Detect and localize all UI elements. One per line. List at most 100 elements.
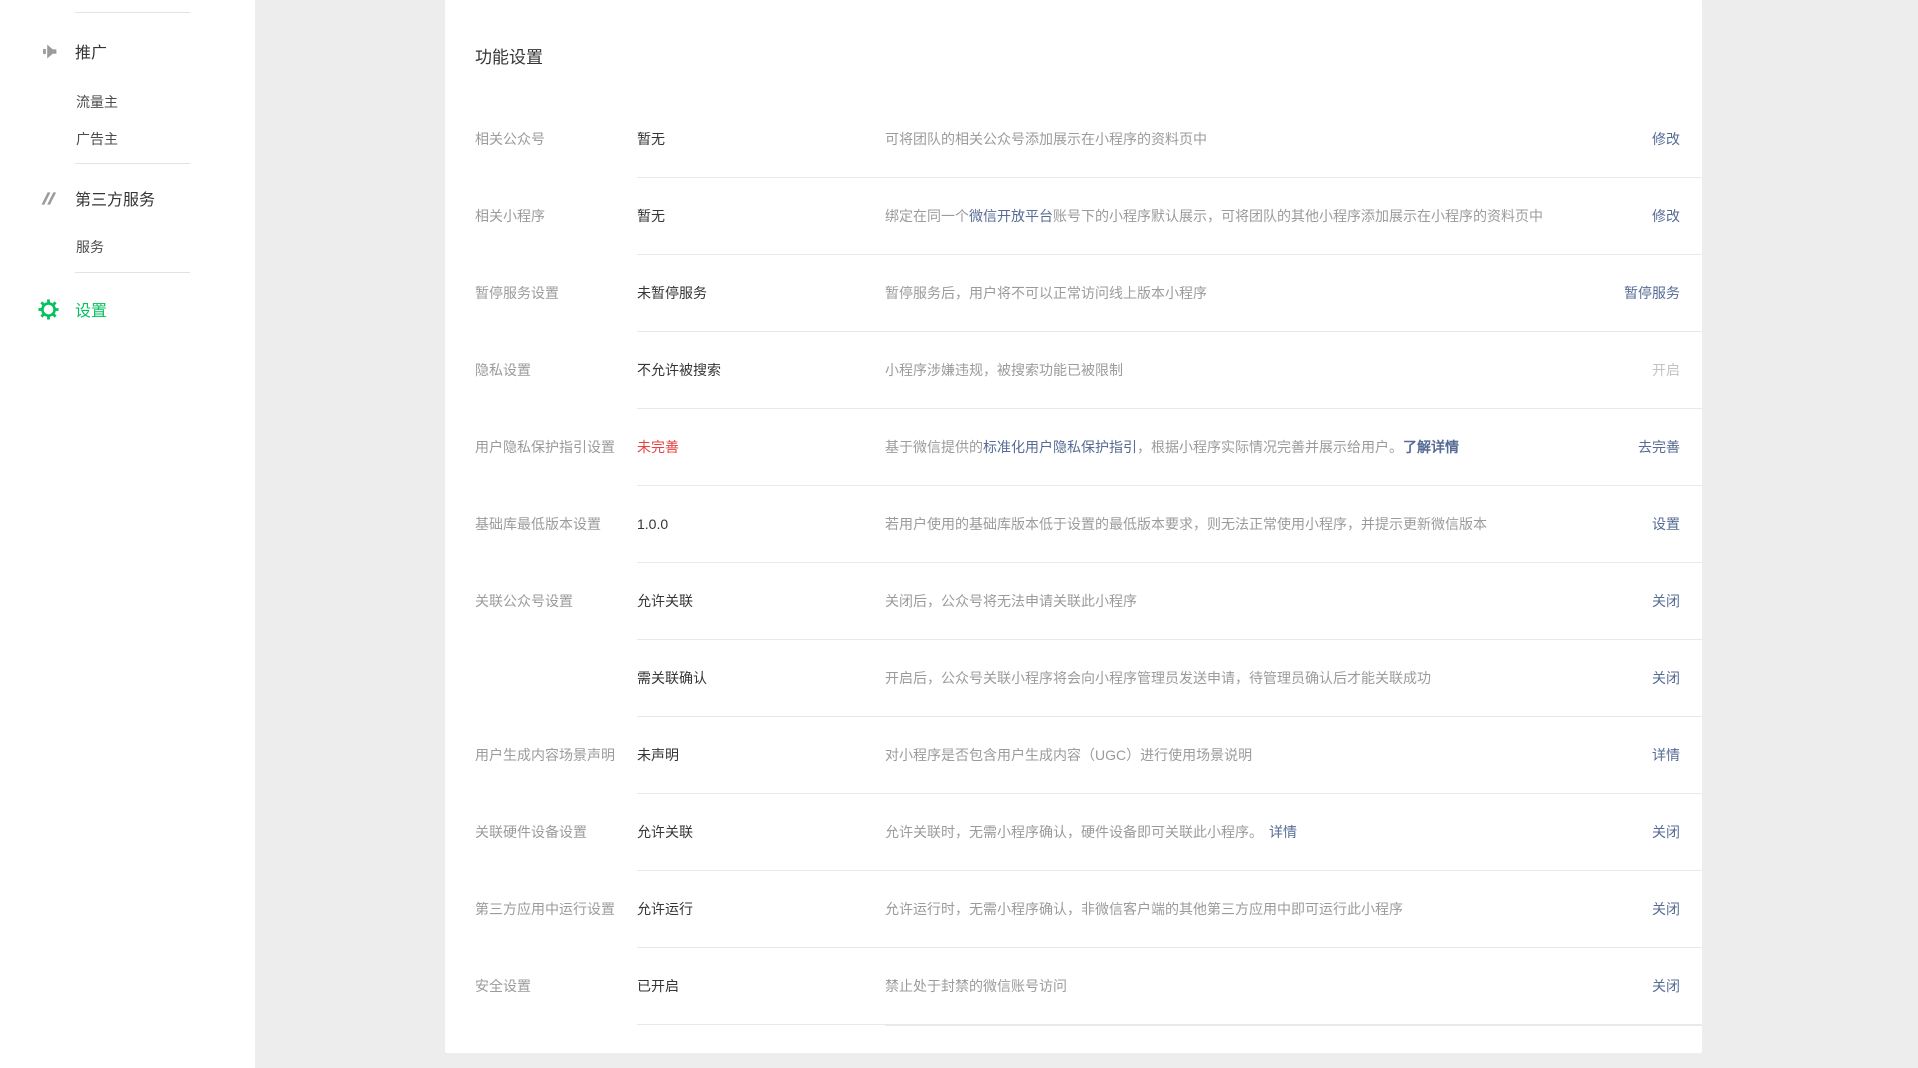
row-description: 小程序涉嫌违规，被搜索功能已被限制: [885, 360, 1652, 380]
row-description: 允许运行时，无需小程序确认，非微信客户端的其他第三方应用中即可运行此小程序: [885, 899, 1652, 919]
row-link-official-account: 关联公众号设置 允许关联 关闭后，公众号将无法申请关联此小程序 关闭: [637, 563, 1702, 640]
megaphone-icon: [38, 41, 59, 62]
row-label: 隐私设置: [475, 360, 625, 380]
sidebar-section-third-party[interactable]: 第三方服务: [0, 185, 255, 211]
modify-link[interactable]: 修改: [1652, 206, 1702, 226]
sidebar-divider: [75, 163, 190, 164]
sidebar-section-label: 推广: [75, 39, 107, 63]
sidebar-item-label: 服务: [76, 239, 104, 255]
sidebar-item-service[interactable]: 服务: [0, 237, 255, 257]
row-security-setting: 安全设置 已开启 禁止处于封禁的微信账号访问 关闭: [637, 948, 1702, 1025]
row-hardware-device: 关联硬件设备设置 允许关联 允许关联时，无需小程序确认，硬件设备即可关联此小程序…: [637, 794, 1702, 871]
row-label: 第三方应用中运行设置: [475, 899, 625, 919]
gear-icon: [38, 299, 59, 320]
row-description: 若用户使用的基础库版本低于设置的最低版本要求，则无法正常使用小程序，并提示更新微…: [885, 514, 1652, 534]
desc-text: 对小程序是否包含用户生成内容（UGC）进行使用场景说明: [885, 747, 1252, 763]
row-value: 已开启: [637, 976, 885, 996]
row-description: 开启后，公众号关联小程序将会向小程序管理员发送申请，待管理员确认后才能关联成功: [885, 668, 1652, 688]
desc-text: 开启后，公众号关联小程序将会向小程序管理员发送申请，待管理员确认后才能关联成功: [885, 670, 1431, 686]
table-bottom-divider: [885, 1025, 1702, 1026]
row-value: 1.0.0: [637, 516, 885, 532]
close-link[interactable]: 关闭: [1652, 976, 1702, 996]
row-label: 相关小程序: [475, 206, 625, 226]
sidebar-item-advertiser[interactable]: 广告主: [0, 129, 255, 149]
row-description: 对小程序是否包含用户生成内容（UGC）进行使用场景说明: [885, 745, 1652, 765]
row-value: 需关联确认: [637, 668, 885, 688]
row-description: 基于微信提供的标准化用户隐私保护指引，根据小程序实际情况完善并展示给用户。了解详…: [885, 437, 1638, 457]
row-description: 暂停服务后，用户将不可以正常访问线上版本小程序: [885, 283, 1624, 303]
desc-text: 可将团队的相关公众号添加展示在小程序的资料页中: [885, 131, 1207, 147]
sidebar-divider: [75, 272, 190, 273]
row-label: 用户隐私保护指引设置: [475, 437, 625, 457]
close-link[interactable]: 关闭: [1652, 591, 1702, 611]
sidebar-divider: [75, 12, 190, 13]
details-link[interactable]: 详情: [1652, 745, 1702, 765]
row-privacy-guideline: 用户隐私保护指引设置 未完善 基于微信提供的标准化用户隐私保护指引，根据小程序实…: [637, 409, 1702, 486]
desc-text: 暂停服务后，用户将不可以正常访问线上版本小程序: [885, 285, 1207, 301]
row-value: 允许关联: [637, 822, 885, 842]
row-value: 未暂停服务: [637, 283, 885, 303]
desc-text: 关闭后，公众号将无法申请关联此小程序: [885, 593, 1137, 609]
row-description: 可将团队的相关公众号添加展示在小程序的资料页中: [885, 129, 1652, 149]
row-value: 未声明: [637, 745, 885, 765]
row-label: 安全设置: [475, 976, 625, 996]
standard-privacy-guideline-link[interactable]: 标准化用户隐私保护指引: [983, 439, 1137, 455]
close-link[interactable]: 关闭: [1652, 822, 1702, 842]
row-related-official-accounts: 相关公众号 暂无 可将团队的相关公众号添加展示在小程序的资料页中 修改: [637, 101, 1702, 178]
row-label: 关联公众号设置: [475, 591, 625, 611]
suspend-service-link[interactable]: 暂停服务: [1624, 283, 1702, 303]
row-description: 绑定在同一个微信开放平台账号下的小程序默认展示，可将团队的其他小程序添加展示在小…: [885, 206, 1652, 226]
sidebar-item-label: 流量主: [76, 94, 118, 110]
page-title: 功能设置: [475, 43, 543, 68]
row-label: 用户生成内容场景声明: [475, 745, 625, 765]
desc-text: 若用户使用的基础库版本低于设置的最低版本要求，则无法正常使用小程序，并提示更新微…: [885, 516, 1487, 532]
row-value: 允许关联: [637, 591, 885, 611]
sidebar-section-promotion[interactable]: 推广: [0, 38, 255, 64]
desc-text: 绑定在同一个: [885, 208, 969, 224]
settings-table: 相关公众号 暂无 可将团队的相关公众号添加展示在小程序的资料页中 修改 相关小程…: [475, 101, 1702, 1026]
row-privacy-setting: 隐私设置 不允许被搜索 小程序涉嫌违规，被搜索功能已被限制 开启: [637, 332, 1702, 409]
desc-text: 账号下的小程序默认展示，可将团队的其他小程序添加展示在小程序的资料页中: [1053, 208, 1543, 224]
third-party-icon: [38, 188, 59, 209]
desc-text: 禁止处于封禁的微信账号访问: [885, 978, 1067, 994]
sidebar-item-label: 广告主: [76, 131, 118, 147]
sidebar-item-traffic-master[interactable]: 流量主: [0, 92, 255, 112]
wechat-open-platform-link[interactable]: 微信开放平台: [969, 208, 1053, 224]
row-min-base-library: 基础库最低版本设置 1.0.0 若用户使用的基础库版本低于设置的最低版本要求，则…: [637, 486, 1702, 563]
close-link[interactable]: 关闭: [1652, 668, 1702, 688]
modify-link[interactable]: 修改: [1652, 129, 1702, 149]
enable-link-disabled: 开启: [1652, 360, 1702, 380]
go-complete-link[interactable]: 去完善: [1638, 437, 1702, 457]
row-description: 关闭后，公众号将无法申请关联此小程序: [885, 591, 1652, 611]
details-inline-link[interactable]: 详情: [1269, 824, 1297, 840]
row-label: 关联硬件设备设置: [475, 822, 625, 842]
row-description: 禁止处于封禁的微信账号访问: [885, 976, 1652, 996]
row-third-party-run: 第三方应用中运行设置 允许运行 允许运行时，无需小程序确认，非微信客户端的其他第…: [637, 871, 1702, 948]
set-link[interactable]: 设置: [1652, 514, 1702, 534]
sidebar-section-label: 第三方服务: [75, 186, 155, 210]
row-label: 暂停服务设置: [475, 283, 625, 303]
row-ugc-declaration: 用户生成内容场景声明 未声明 对小程序是否包含用户生成内容（UGC）进行使用场景…: [637, 717, 1702, 794]
close-link[interactable]: 关闭: [1652, 899, 1702, 919]
sidebar: 推广 流量主 广告主 第三方服务 服务: [0, 0, 255, 1068]
sidebar-section-label: 设置: [75, 297, 107, 321]
row-description: 允许关联时，无需小程序确认，硬件设备即可关联此小程序。详情: [885, 822, 1652, 842]
desc-text: 小程序涉嫌违规，被搜索功能已被限制: [885, 362, 1123, 378]
sidebar-section-settings[interactable]: 设置: [0, 296, 255, 322]
feature-settings-panel: 功能设置 相关公众号 暂无 可将团队的相关公众号添加展示在小程序的资料页中 修改…: [445, 0, 1702, 1053]
learn-more-link[interactable]: 了解详情: [1403, 439, 1459, 455]
row-value: 允许运行: [637, 899, 885, 919]
desc-text: 允许运行时，无需小程序确认，非微信客户端的其他第三方应用中即可运行此小程序: [885, 901, 1403, 917]
desc-text: ，根据小程序实际情况完善并展示给用户。: [1137, 439, 1403, 455]
desc-text: 允许关联时，无需小程序确认，硬件设备即可关联此小程序。: [885, 824, 1263, 840]
row-value-warning: 未完善: [637, 437, 885, 457]
row-suspend-service: 暂停服务设置 未暂停服务 暂停服务后，用户将不可以正常访问线上版本小程序 暂停服…: [637, 255, 1702, 332]
row-related-mini-programs: 相关小程序 暂无 绑定在同一个微信开放平台账号下的小程序默认展示，可将团队的其他…: [637, 178, 1702, 255]
desc-text: 基于微信提供的: [885, 439, 983, 455]
row-value: 暂无: [637, 206, 885, 226]
row-value: 不允许被搜索: [637, 360, 885, 380]
row-label: 基础库最低版本设置: [475, 514, 625, 534]
row-link-confirmation: 需关联确认 开启后，公众号关联小程序将会向小程序管理员发送申请，待管理员确认后才…: [637, 640, 1702, 717]
row-label: 相关公众号: [475, 129, 625, 149]
row-value: 暂无: [637, 129, 885, 149]
